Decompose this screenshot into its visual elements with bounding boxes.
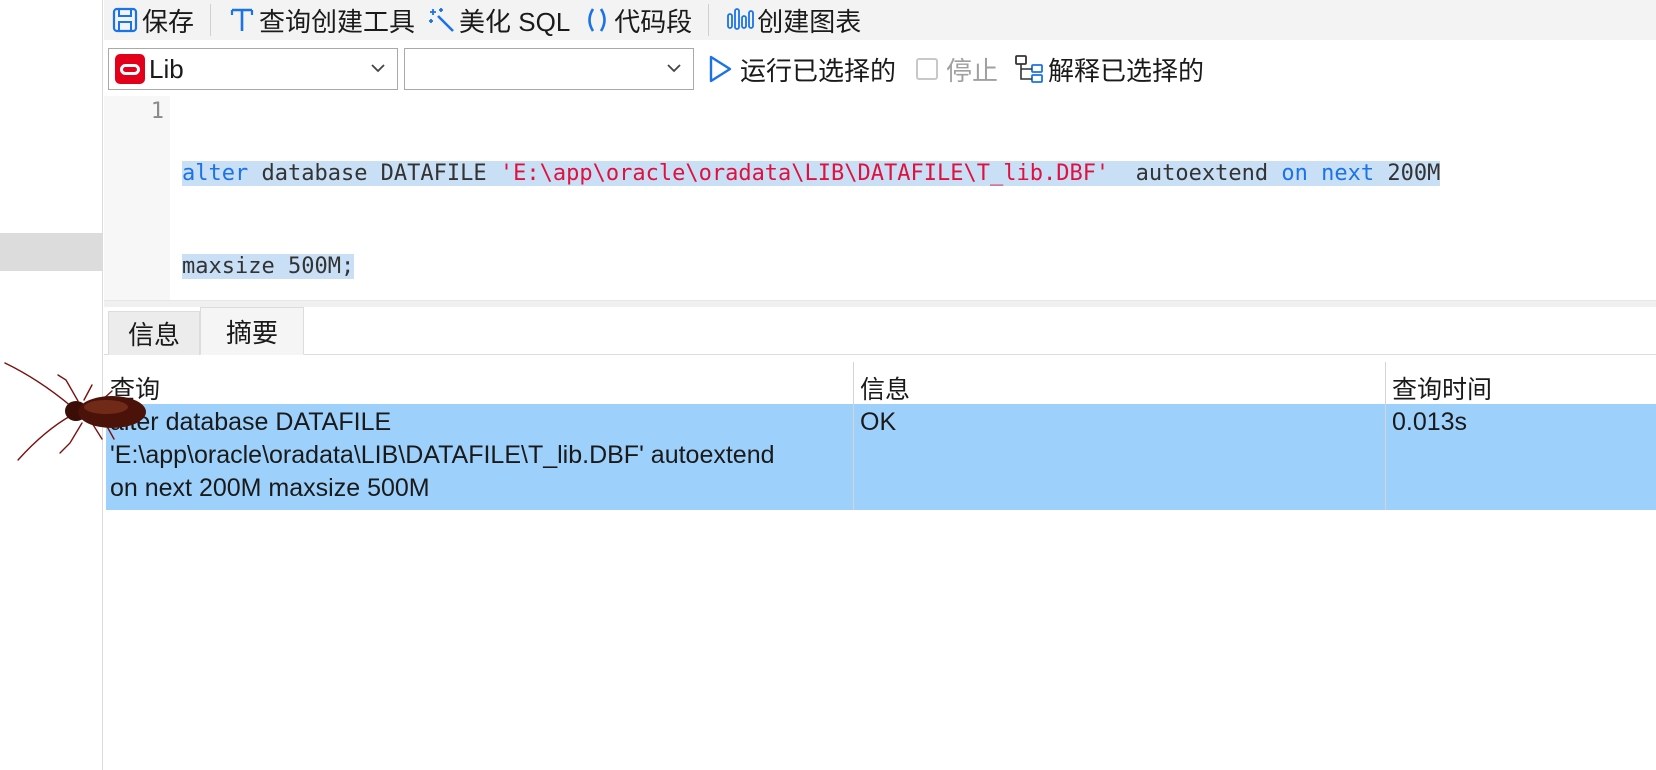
summary-grid: 查询 信息 查询时间 alter database DATAFILE 'E:\a…	[106, 362, 1656, 510]
query-builder-icon	[227, 5, 257, 35]
left-panel-selected-item[interactable]	[0, 233, 102, 271]
cell-query-line: on next 200M maxsize 500M	[110, 474, 430, 502]
code-token: autoextend	[1109, 161, 1282, 186]
chevron-down-icon	[667, 64, 681, 73]
cell-time[interactable]: 0.013s	[1392, 406, 1467, 439]
stop-button[interactable]: 停止	[916, 48, 998, 90]
run-selected-label: 运行已选择的	[740, 55, 897, 86]
snippet-label: 代码段	[614, 6, 693, 37]
snippet-button[interactable]: 代码段	[576, 2, 698, 38]
column-header-time[interactable]: 查询时间	[1392, 370, 1492, 406]
tab-summary[interactable]: 摘要	[200, 307, 304, 355]
create-chart-label: 创建图表	[757, 6, 862, 37]
toolbar-divider	[708, 4, 710, 36]
code-token: maxsize 500M;	[182, 254, 355, 279]
save-icon	[110, 5, 140, 35]
create-chart-button[interactable]: 创建图表	[719, 2, 867, 38]
code-line-1: alter database DATAFILE 'E:\app\oracle\o…	[182, 158, 1441, 189]
result-tabs: 信息 摘要	[104, 307, 1656, 355]
stop-checkbox[interactable]	[916, 58, 939, 80]
cell-query-line: 'E:\app\oracle\oradata\LIB\DATAFILE\T_li…	[110, 441, 775, 469]
column-divider[interactable]	[1385, 362, 1386, 510]
code-token: 200M	[1374, 161, 1441, 186]
explain-selected-label: 解释已选择的	[1048, 55, 1205, 86]
tab-info[interactable]: 信息	[108, 311, 200, 355]
line-number: 1	[150, 99, 164, 124]
connection-value: Lib	[149, 53, 184, 84]
query-window: 保存 查询创建工具 美化 SQL 代码段 创建图表 Lib 运行已选择的 停止 …	[104, 0, 1656, 770]
cell-query-line: alter database DATAFILE	[110, 408, 392, 436]
connection-select[interactable]: Lib	[108, 48, 398, 90]
cockroach-image	[4, 362, 146, 461]
explain-tree-icon	[1015, 55, 1043, 83]
keyword-token: on	[1281, 161, 1308, 186]
explain-selected-button[interactable]: 解释已选择的	[1014, 48, 1204, 90]
chevron-down-icon	[371, 64, 385, 73]
string-token: 'E:\app\oracle\oradata\LIB\DATAFILE\T_li…	[499, 161, 1110, 186]
connection-bar: Lib 运行已选择的 停止 解释已选择的	[104, 46, 1656, 92]
query-toolbar: 保存 查询创建工具 美化 SQL 代码段 创建图表	[104, 0, 1656, 40]
save-button[interactable]: 保存	[104, 2, 200, 38]
code-token: database DATAFILE	[248, 161, 500, 186]
parentheses-icon	[582, 5, 612, 35]
keyword-token: next	[1321, 161, 1375, 186]
play-icon	[709, 55, 732, 83]
grid-header: 查询 信息 查询时间	[106, 362, 1656, 404]
stop-label: 停止	[946, 55, 999, 86]
cell-message[interactable]: OK	[860, 406, 896, 439]
magic-wand-icon	[427, 5, 457, 35]
save-label: 保存	[142, 6, 195, 37]
beautify-sql-button[interactable]: 美化 SQL	[421, 2, 576, 38]
keyword-token: alter	[182, 161, 249, 186]
code-line-2: maxsize 500M;	[182, 251, 1440, 282]
table-row[interactable]: alter database DATAFILE 'E:\app\oracle\o…	[106, 404, 1656, 510]
query-builder-button[interactable]: 查询创建工具	[221, 2, 421, 38]
toolbar-divider	[210, 4, 212, 36]
column-header-message[interactable]: 信息	[860, 370, 910, 406]
schema-select[interactable]	[404, 48, 694, 90]
sql-editor[interactable]: 1 alter database DATAFILE 'E:\app\oracle…	[104, 96, 1656, 302]
editor-result-splitter[interactable]	[104, 300, 1656, 307]
cell-query[interactable]: alter database DATAFILE 'E:\app\oracle\o…	[110, 406, 775, 505]
beautify-sql-label: 美化 SQL	[459, 6, 571, 37]
run-selected-button[interactable]: 运行已选择的	[706, 48, 896, 90]
oracle-icon	[115, 54, 145, 84]
chart-icon	[725, 5, 755, 35]
query-builder-label: 查询创建工具	[259, 6, 416, 37]
line-number-gutter: 1	[104, 96, 170, 302]
column-divider[interactable]	[853, 362, 854, 510]
